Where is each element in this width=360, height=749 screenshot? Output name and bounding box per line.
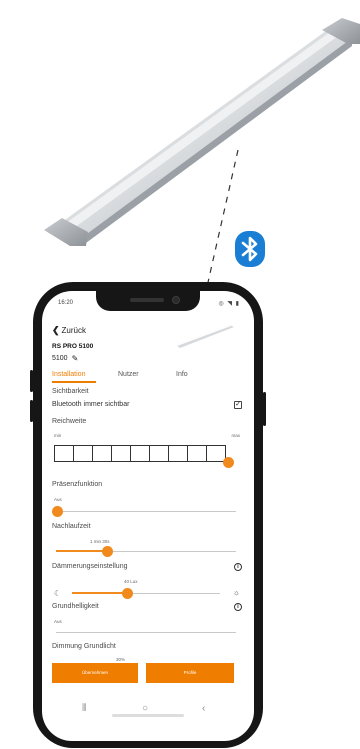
dusk-slider-fill <box>72 592 124 594</box>
visibility-title: Sichtbarkeit <box>52 388 89 395</box>
device-id: 5100 <box>52 355 68 362</box>
base-brightness-value: Aus <box>54 619 62 624</box>
bluetooth-icon <box>235 231 265 267</box>
range-segment <box>74 446 93 461</box>
tab-info[interactable]: Info <box>176 371 188 378</box>
system-nav-bar: ⦀ ○ ‹ <box>42 697 254 723</box>
range-segment <box>207 446 225 461</box>
home-icon[interactable]: ○ <box>142 703 148 714</box>
range-segment <box>93 446 112 461</box>
chevron-left-icon: ❮ <box>52 325 60 335</box>
base-brightness-slider-track[interactable] <box>56 632 236 633</box>
follow-up-title: Nachlaufzeit <box>52 523 91 530</box>
range-segment <box>112 446 131 461</box>
back-nav-icon[interactable]: ‹ <box>202 703 205 714</box>
speaker <box>130 298 164 302</box>
moon-icon: ☾ <box>54 589 62 598</box>
info-icon[interactable]: i <box>234 603 242 611</box>
sun-icon: ☼ <box>232 588 240 597</box>
lamp-illustration <box>44 18 360 246</box>
back-button[interactable]: ❮ Zurück <box>52 325 86 336</box>
range-max-label: max <box>231 433 240 438</box>
dusk-value: 40 Lux <box>124 579 138 584</box>
recent-apps-icon[interactable]: ⦀ <box>82 703 86 714</box>
bluetooth-visible-checkbox[interactable]: ✓ <box>234 401 242 409</box>
presence-title: Präsenzfunktion <box>52 481 103 488</box>
presence-slider-track[interactable] <box>56 511 236 512</box>
pencil-icon[interactable]: ✎ <box>72 354 79 363</box>
range-segment <box>131 446 150 461</box>
back-label: Zurück <box>61 326 86 335</box>
apply-button[interactable]: Übernehmen <box>52 663 138 683</box>
follow-up-slider-handle[interactable] <box>102 546 113 557</box>
base-brightness-title: Grundhelligkeit <box>52 603 99 610</box>
power-button <box>263 392 266 426</box>
tab-bar: Installation Nutzer Info <box>52 371 244 385</box>
range-segment <box>169 446 188 461</box>
action-bar: Übernehmen Profile <box>42 663 254 683</box>
range-segment <box>150 446 169 461</box>
app-screen: 16:20 ◎ ◥ ▮ ❮ Zurück RS PRO 5100 5100 ✎ … <box>42 291 254 741</box>
volume-up-button <box>30 370 33 392</box>
home-indicator <box>112 714 184 717</box>
tab-nutzer[interactable]: Nutzer <box>118 371 139 378</box>
status-time: 16:20 <box>58 300 74 306</box>
dimming-value: 30% <box>116 657 126 662</box>
active-tab-indicator <box>52 381 96 383</box>
notch <box>96 291 200 311</box>
status-icons: ◎ ◥ ▮ <box>218 301 240 307</box>
range-min-label: min <box>54 433 62 438</box>
device-name: RS PRO 5100 <box>52 343 94 350</box>
dimming-title: Dimmung Grundlicht <box>52 643 116 650</box>
front-camera <box>172 296 180 304</box>
info-icon[interactable]: i <box>234 563 242 571</box>
profiles-button[interactable]: Profile <box>146 663 234 683</box>
range-segment <box>188 446 207 461</box>
range-slider-handle[interactable] <box>223 457 234 468</box>
volume-down-button <box>30 400 33 422</box>
dusk-slider-handle[interactable] <box>122 588 133 599</box>
follow-up-slider-fill <box>56 550 106 552</box>
tab-installation[interactable]: Installation <box>52 371 85 378</box>
follow-up-value: 1 min 30s <box>90 539 110 544</box>
phone-frame: 16:20 ◎ ◥ ▮ ❮ Zurück RS PRO 5100 5100 ✎ … <box>30 282 266 748</box>
dusk-title: Dämmerungseinstellung <box>52 563 128 570</box>
presence-value: Aus <box>54 497 62 502</box>
presence-slider-handle[interactable] <box>52 506 63 517</box>
device-thumbnail <box>176 325 234 348</box>
range-title: Reichweite <box>52 418 87 425</box>
range-segment <box>55 446 74 461</box>
range-segment-bar[interactable] <box>54 445 226 462</box>
bluetooth-visible-label: Bluetooth immer sichtbar <box>52 401 130 408</box>
device-id-row: 5100 ✎ <box>52 354 78 363</box>
